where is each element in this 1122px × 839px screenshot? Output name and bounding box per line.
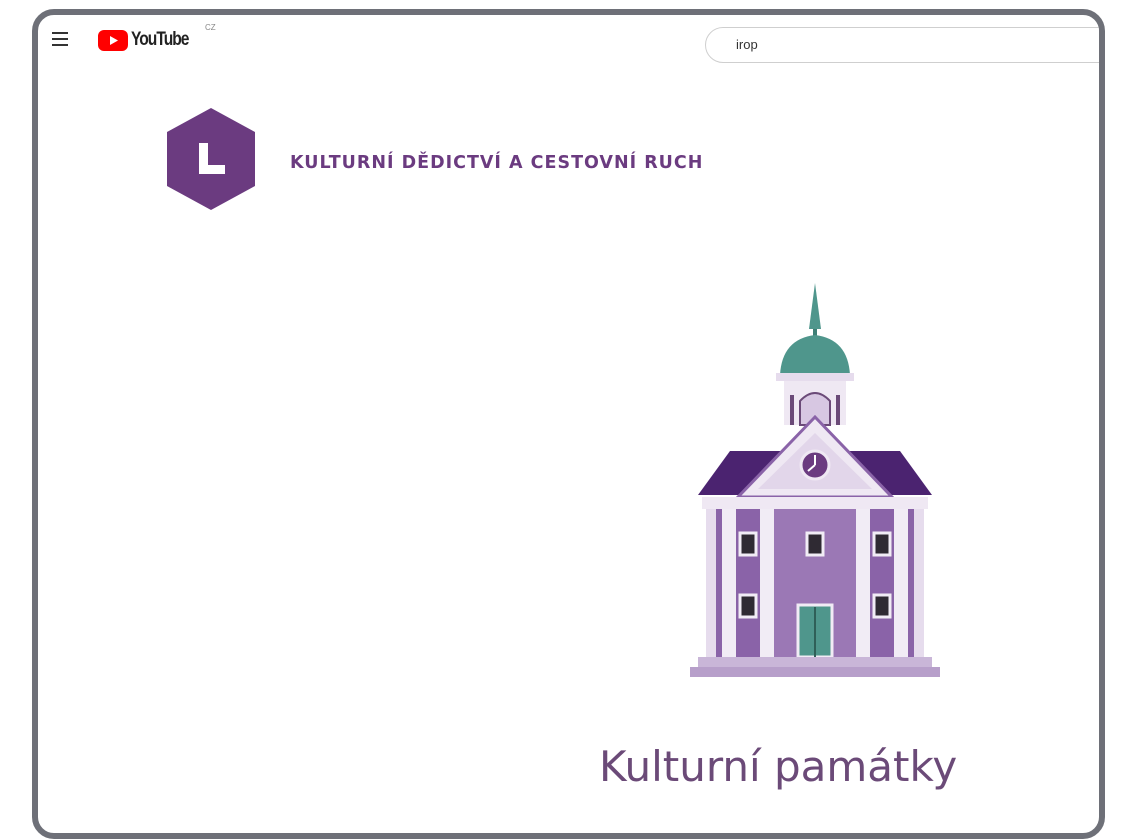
category-title: KULTURNÍ DĚDICTVÍ A CESTOVNÍ RUCH <box>290 153 704 173</box>
hamburger-menu-icon[interactable] <box>52 32 70 46</box>
town-hall-icon <box>690 283 940 677</box>
hexagon-l-icon: L <box>166 108 255 210</box>
youtube-logo[interactable]: YouTube CZ <box>98 23 216 51</box>
youtube-header: YouTube CZ irop <box>38 15 1099 71</box>
search-query: irop <box>736 37 758 52</box>
region-code: CZ <box>205 23 216 32</box>
category-badge: L <box>166 108 256 214</box>
device-frame: YouTube CZ irop L KULTURNÍ DĚDICTVÍ A CE… <box>32 9 1105 839</box>
badge-letter: L <box>166 108 167 109</box>
youtube-play-icon <box>98 29 128 51</box>
search-input[interactable]: irop <box>705 27 1099 63</box>
town-hall-illustration <box>662 277 967 683</box>
video-subtitle: Kulturní památky <box>599 742 958 791</box>
youtube-wordmark: YouTube <box>131 29 189 50</box>
